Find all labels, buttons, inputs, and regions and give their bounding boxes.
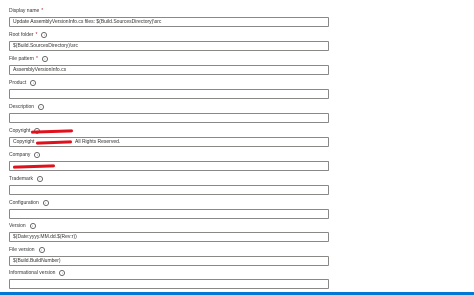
info-icon[interactable]: i — [42, 200, 49, 206]
root-folder-value: $(Build.SourcesDirectory)\src — [13, 43, 79, 49]
file-pattern-label-text: File pattern — [9, 56, 35, 62]
informational-version-label-text: Informational version — [9, 270, 56, 276]
required-asterisk: * — [41, 8, 44, 14]
copyright-value-suffix: All Rights Reserved. — [75, 139, 121, 145]
configuration-input[interactable] — [9, 209, 329, 219]
info-icon[interactable]: i — [38, 104, 45, 110]
version-input[interactable]: $(Date:yyyy.MM.dd.$(Rev:r)) — [9, 232, 329, 242]
info-icon[interactable]: i — [37, 176, 43, 182]
company-input[interactable] — [9, 161, 329, 171]
root-folder-label: Root folder * i — [9, 32, 329, 38]
file-version-label-text: File version — [9, 247, 35, 253]
file-version-field: File version i $(Build.BuildNumber) — [9, 247, 329, 266]
product-field: Product i — [9, 80, 329, 99]
copyright-label-text: Copyright — [9, 128, 31, 134]
file-pattern-label: File pattern * i — [9, 56, 329, 62]
file-version-label: File version i — [9, 247, 329, 253]
info-icon[interactable]: i — [41, 56, 48, 62]
copyright-field: Copyrighti Copyright All Rights Reserved… — [9, 128, 329, 147]
root-folder-field: Root folder * i $(Build.SourcesDirectory)\… — [9, 32, 329, 51]
display-name-label: Display name * — [9, 8, 329, 14]
copyright-value: Copyright — [13, 139, 35, 145]
version-field: Version i $(Date:yyyy.MM.dd.$(Rev:r)) — [9, 223, 329, 242]
info-icon[interactable]: i — [41, 32, 48, 38]
display-name-input[interactable]: Update AssemblyVersionInfo.cs files: $(B… — [9, 17, 329, 27]
company-field: Company i — [9, 152, 329, 171]
root-folder-label-text: Root folder — [9, 32, 34, 38]
info-icon[interactable]: i — [59, 270, 66, 276]
product-input[interactable] — [9, 89, 329, 99]
trademark-field: Trademark i — [9, 176, 329, 195]
redaction-mark — [35, 140, 73, 145]
info-icon[interactable]: i — [34, 152, 41, 158]
version-label: Version i — [9, 223, 329, 229]
file-version-value: $(Build.BuildNumber) — [13, 258, 61, 264]
trademark-label-text: Trademark — [9, 176, 33, 182]
configuration-label-text: Configuration — [9, 200, 39, 206]
informational-version-input[interactable] — [9, 279, 329, 289]
version-label-text: Version — [9, 223, 26, 229]
required-asterisk: * — [36, 56, 38, 62]
description-label-text: Description — [9, 104, 35, 110]
info-icon[interactable]: i — [38, 247, 45, 253]
company-label: Company i — [9, 152, 329, 158]
display-name-label-text: Display name — [9, 8, 40, 14]
informational-version-field: Informational version i — [9, 270, 329, 289]
file-pattern-field: File pattern * i AssemblyVersionInfo.cs — [9, 56, 329, 75]
configuration-label: Configuration i — [9, 200, 329, 206]
configuration-field: Configuration i — [9, 200, 329, 219]
info-icon[interactable]: i — [29, 223, 36, 229]
file-version-input[interactable]: $(Build.BuildNumber) — [9, 256, 329, 266]
informational-version-label: Informational version i — [9, 270, 329, 276]
description-label: Description i — [9, 104, 329, 110]
display-name-value: Update AssemblyVersionInfo.cs files: $(B… — [13, 19, 162, 25]
display-name-field: Display name * Update AssemblyVersionInfo… — [9, 8, 329, 27]
copyright-input[interactable]: Copyright All Rights Reserved. — [9, 137, 329, 147]
file-pattern-value: AssemblyVersionInfo.cs — [13, 67, 67, 73]
product-label-text: Product — [9, 80, 27, 86]
description-field: Description i — [9, 104, 329, 123]
trademark-label: Trademark i — [9, 176, 329, 182]
required-asterisk: * — [35, 32, 38, 38]
trademark-input[interactable] — [9, 185, 329, 195]
company-label-text: Company — [9, 152, 31, 158]
info-icon[interactable]: i — [30, 80, 37, 86]
redaction-mark — [12, 164, 56, 169]
version-value: $(Date:yyyy.MM.dd.$(Rev:r)) — [13, 234, 77, 240]
root-folder-input[interactable]: $(Build.SourcesDirectory)\src — [9, 41, 329, 51]
product-label: Product i — [9, 80, 329, 86]
description-input[interactable] — [9, 113, 329, 123]
file-pattern-input[interactable]: AssemblyVersionInfo.cs — [9, 65, 329, 75]
